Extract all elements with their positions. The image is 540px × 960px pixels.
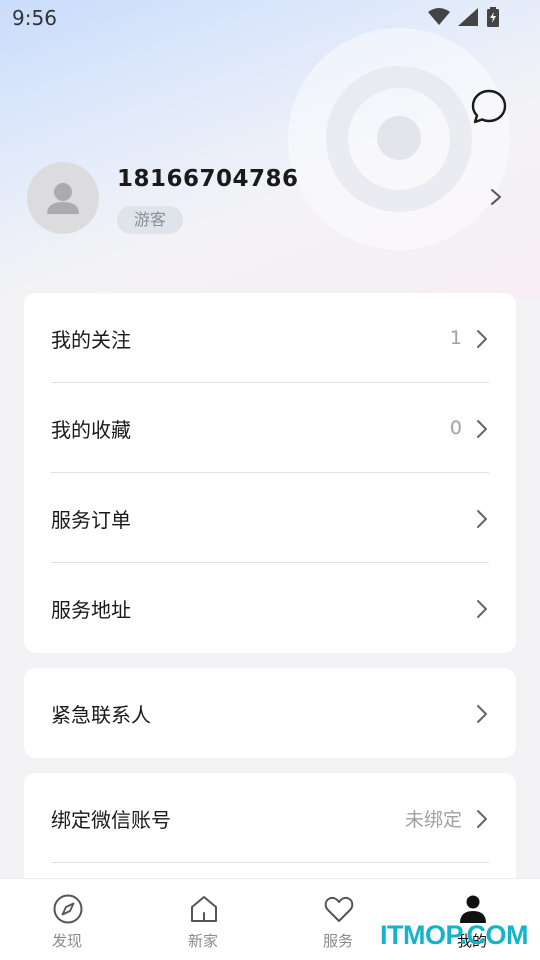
nav-tab-home[interactable]: 新家 <box>153 879 253 960</box>
watermark-text: ITMOP.COM <box>380 920 529 950</box>
avatar[interactable] <box>27 162 99 234</box>
chevron-right-icon <box>477 600 487 618</box>
nav-label: 新家 <box>187 932 218 950</box>
nav-label: 发现 <box>51 932 82 950</box>
menu-item-label: 服务地址 <box>51 597 131 622</box>
avatar-placeholder-icon <box>47 183 79 214</box>
nav-tab-discover[interactable]: 发现 <box>17 879 117 960</box>
heart-icon <box>324 896 354 922</box>
divider <box>51 862 489 863</box>
menu-item-label: 我的收藏 <box>51 417 131 442</box>
nav-tab-service[interactable]: 服务 <box>288 879 388 960</box>
chevron-right-icon <box>477 705 487 723</box>
menu-item-status: 未绑定 <box>404 808 462 831</box>
menu-card-primary: 我的关注 1 我的收藏 0 服务订单 服务地址 <box>24 293 516 653</box>
message-icon[interactable] <box>470 88 508 126</box>
menu-item-label: 绑定微信账号 <box>51 807 171 832</box>
menu-item-label: 服务订单 <box>51 507 131 532</box>
wifi-icon <box>428 8 450 25</box>
chevron-right-icon <box>477 330 487 348</box>
compass-icon <box>53 894 83 924</box>
chevron-right-icon <box>477 810 487 828</box>
menu-item-favorites[interactable]: 我的收藏 0 <box>24 383 516 473</box>
decor-dot <box>377 116 421 160</box>
nav-label: 服务 <box>322 932 353 950</box>
menu-item-count: 0 <box>449 417 462 439</box>
menu-item-following[interactable]: 我的关注 1 <box>24 293 516 383</box>
battery-icon <box>487 7 499 27</box>
status-time: 9:56 <box>12 6 57 30</box>
menu-item-bind-wechat[interactable]: 绑定微信账号 未绑定 <box>24 773 516 863</box>
signal-icon <box>458 8 478 26</box>
menu-card-emergency: 紧急联系人 <box>24 668 516 758</box>
menu-item-label: 我的关注 <box>51 327 131 352</box>
menu-item-label: 紧急联系人 <box>51 702 151 727</box>
menu-item-count: 1 <box>449 327 462 349</box>
menu-item-service-orders[interactable]: 服务订单 <box>24 473 516 563</box>
home-icon <box>191 896 217 922</box>
profile-chevron-icon[interactable] <box>486 186 506 208</box>
menu-card-account: 绑定微信账号 未绑定 <box>24 773 516 893</box>
user-badge: 游客 <box>117 206 183 234</box>
menu-item-emergency-contact[interactable]: 紧急联系人 <box>24 668 516 758</box>
status-bar: 9:56 <box>0 0 540 36</box>
chevron-right-icon <box>477 420 487 438</box>
user-phone: 18166704786 <box>117 166 299 192</box>
menu-item-service-address[interactable]: 服务地址 <box>24 563 516 653</box>
chevron-right-icon <box>477 510 487 528</box>
